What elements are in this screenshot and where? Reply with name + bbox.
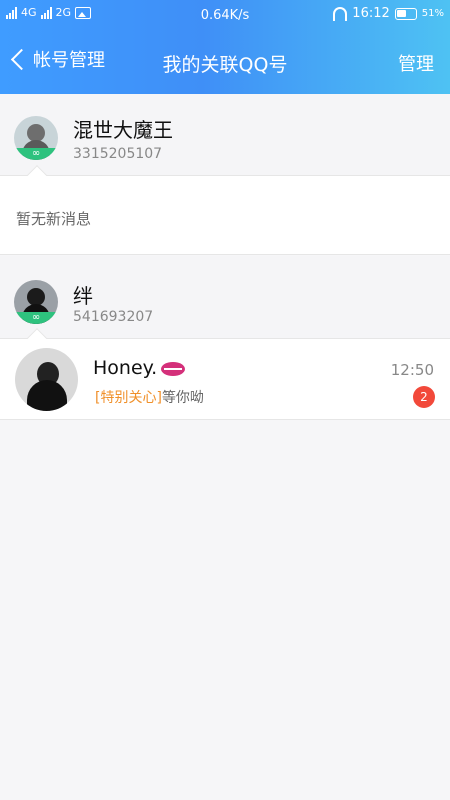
lips-icon	[161, 361, 186, 376]
account-qq-number: 541693207	[73, 309, 154, 325]
manage-button[interactable]: 管理	[398, 50, 434, 76]
message-panel: 暂无新消息	[0, 165, 450, 255]
status-bar: 4G 2G 0.64K/s 16:12 51%	[0, 0, 450, 32]
avatar: ∞	[14, 280, 58, 324]
headset-icon	[333, 6, 348, 21]
page-title: 我的关联QQ号	[162, 54, 288, 76]
chat-name-text: Honey.	[93, 357, 158, 379]
chat-time: 12:50	[390, 361, 434, 379]
account-name: 混世大魔王	[73, 118, 173, 142]
header-bar: 4G 2G 0.64K/s 16:12 51% 帐号管理 我的关联QQ号 管理	[0, 0, 450, 94]
infinity-icon: ∞	[14, 148, 58, 160]
preview-text: 等你呦	[161, 390, 204, 406]
avatar: ∞	[14, 116, 58, 160]
unread-badge: 2	[413, 386, 435, 408]
chat-preview: [特别关心]等你呦	[95, 387, 204, 407]
special-care-tag: [特别关心]	[95, 390, 162, 406]
infinity-icon: ∞	[14, 312, 58, 324]
account-qq-number: 3315205107	[73, 146, 163, 162]
linked-account-1[interactable]: ∞ 混世大魔王 3315205107	[0, 94, 450, 178]
avatar	[15, 348, 78, 411]
account-name: 绊	[73, 284, 93, 308]
linked-account-2[interactable]: ∞ 绊 541693207	[0, 256, 450, 340]
nav-bar: 帐号管理 我的关联QQ号 管理	[0, 40, 450, 84]
battery-percent: 51%	[421, 8, 444, 19]
battery-icon	[394, 7, 417, 20]
empty-message: 暂无新消息	[16, 210, 92, 228]
clock: 16:12	[352, 6, 390, 21]
chat-name: Honey.	[93, 357, 186, 379]
chat-item[interactable]: Honey. 12:50 [特别关心]等你呦 2	[0, 328, 450, 420]
